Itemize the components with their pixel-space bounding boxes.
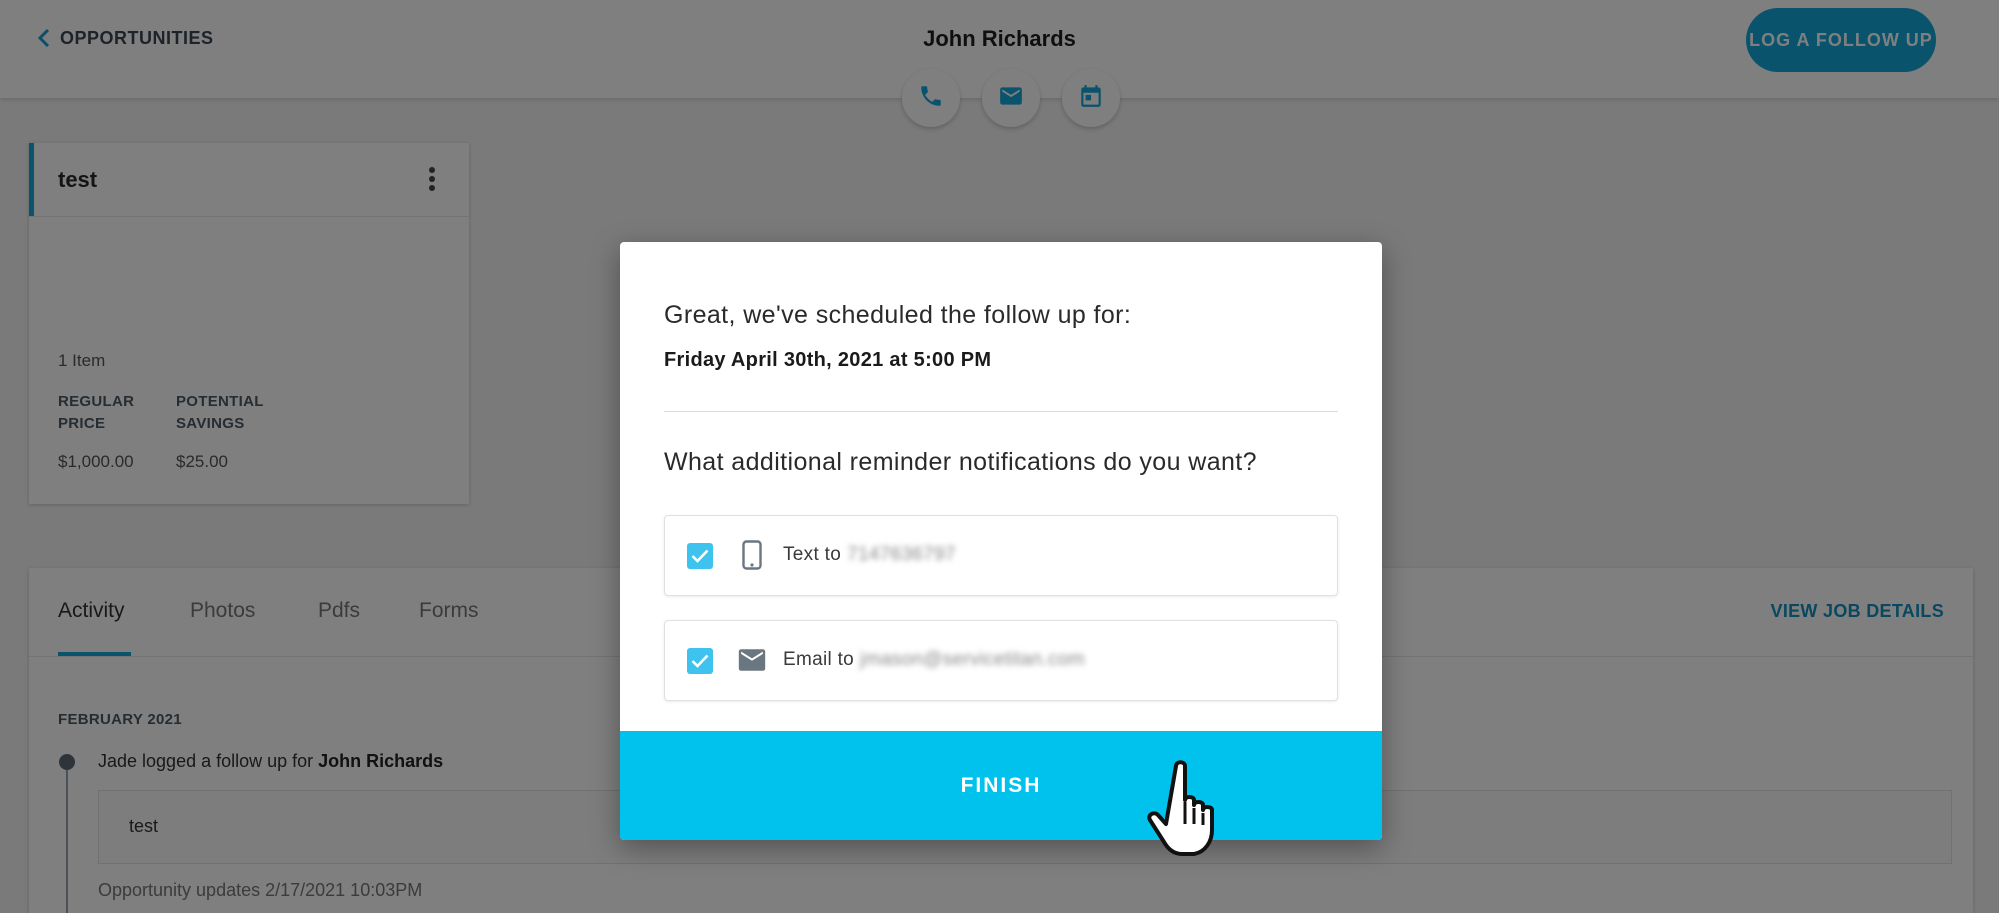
email-address-value: jmason@servicetitan.com: [860, 649, 1085, 670]
text-reminder-label: Text to 7147636797: [783, 544, 956, 565]
reminder-question: What additional reminder notifications d…: [664, 448, 1257, 476]
text-reminder-checkbox[interactable]: [687, 543, 713, 569]
dialog-heading: Great, we've scheduled the follow up for…: [664, 301, 1132, 329]
scheduled-date: Friday April 30th, 2021 at 5:00 PM: [664, 349, 992, 371]
checkmark-icon: [691, 654, 709, 668]
email-reminder-option[interactable]: Email to jmason@servicetitan.com: [664, 620, 1338, 701]
dialog-divider: [664, 411, 1338, 412]
mobile-phone-icon: [737, 540, 767, 570]
hand-pointer-cursor-icon: [1146, 758, 1228, 858]
text-reminder-option[interactable]: Text to 7147636797: [664, 515, 1338, 596]
email-reminder-label: Email to jmason@servicetitan.com: [783, 649, 1085, 670]
follow-up-scheduled-dialog: Great, we've scheduled the follow up for…: [620, 242, 1382, 840]
email-reminder-checkbox[interactable]: [687, 648, 713, 674]
phone-number-value: 7147636797: [847, 544, 956, 565]
envelope-icon: [737, 645, 767, 675]
checkmark-icon: [691, 549, 709, 563]
finish-button[interactable]: FINISH: [620, 731, 1382, 840]
